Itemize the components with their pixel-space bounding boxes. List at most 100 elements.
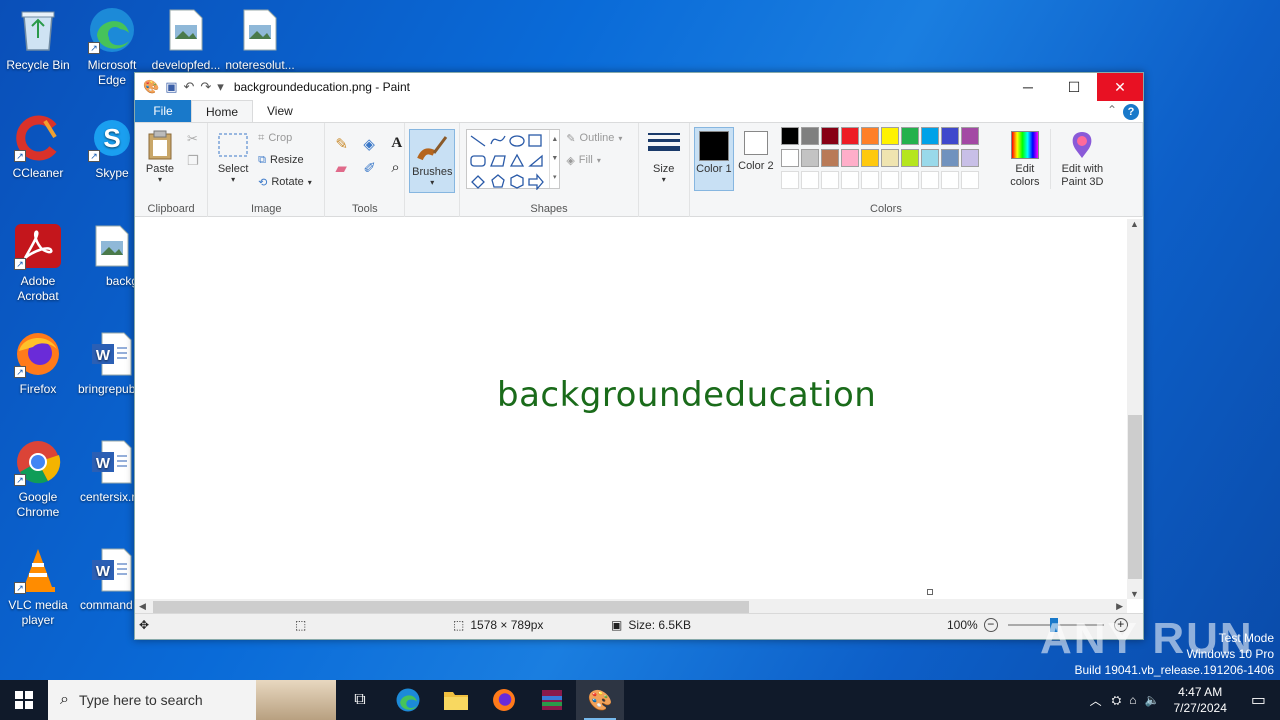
customize-dropdown-icon[interactable]: ▾ <box>217 79 224 95</box>
color2-button[interactable]: Color 2 <box>736 131 776 173</box>
taskbar-edge[interactable] <box>384 680 432 720</box>
volume-icon[interactable]: 🔈 <box>1141 693 1164 707</box>
desktop-icon-acrobat[interactable]: ↗ Adobe Acrobat <box>0 222 76 304</box>
shapes-gallery[interactable]: ▲ ▼ ▾ <box>466 129 561 191</box>
color-swatch[interactable] <box>820 149 839 167</box>
canvas-resize-handle[interactable] <box>927 589 933 595</box>
desktop-icon-noteresolut[interactable]: noteresolut... <box>222 6 298 73</box>
cut-icon[interactable]: ✂ <box>187 131 199 147</box>
color-swatch[interactable] <box>880 149 899 167</box>
horizontal-scroll-thumb[interactable] <box>153 601 749 613</box>
clock[interactable]: 4:47 AM 7/27/2024 <box>1163 684 1236 716</box>
edit-paint3d-button[interactable]: Edit with Paint 3D <box>1049 129 1114 189</box>
desktop-icon-vlc[interactable]: ↗ VLC media player <box>0 546 76 628</box>
fill-bucket-icon[interactable]: ◈ <box>363 135 385 153</box>
color-swatch[interactable] <box>860 149 879 167</box>
color2-swatch <box>743 131 768 155</box>
color-swatch[interactable] <box>940 127 959 145</box>
taskbar-firefox[interactable] <box>480 680 528 720</box>
copy-icon[interactable]: ❐ <box>187 153 199 169</box>
zoom-out-icon[interactable]: − <box>983 618 998 632</box>
color-swatch[interactable] <box>920 127 939 145</box>
edit-colors-button[interactable]: Edit colors <box>1002 129 1048 189</box>
image-file-icon <box>236 6 284 54</box>
color-swatch[interactable] <box>900 127 919 145</box>
crop-button[interactable]: ⌗ Crop <box>258 127 312 149</box>
collapse-ribbon-icon[interactable]: ⌃ <box>1107 103 1117 117</box>
color-swatch[interactable] <box>960 171 979 189</box>
color-swatch[interactable] <box>800 171 819 189</box>
color-swatch[interactable] <box>900 171 919 189</box>
color-swatch[interactable] <box>780 127 799 145</box>
color-picker-icon[interactable]: ✐ <box>363 159 385 177</box>
color-swatch[interactable] <box>840 127 859 145</box>
vertical-scroll-thumb[interactable] <box>1128 415 1142 579</box>
taskbar-search-box[interactable]: ⌕ Type here to search <box>48 680 336 720</box>
color-swatch[interactable] <box>940 149 959 167</box>
scroll-down-icon[interactable]: ▼ <box>1130 589 1139 599</box>
shapes-scroll[interactable]: ▲ ▼ ▾ <box>549 130 559 188</box>
tab-view[interactable]: View <box>253 100 307 122</box>
color-swatch[interactable] <box>820 127 839 145</box>
help-icon[interactable]: ? <box>1123 104 1139 120</box>
redo-icon[interactable]: ↷ <box>200 79 211 95</box>
canvas-text: backgroundeducation <box>497 375 877 415</box>
color-swatch[interactable] <box>860 127 879 145</box>
color-swatch[interactable] <box>960 127 979 145</box>
tray-overflow-icon[interactable]: ︿ <box>1084 692 1108 709</box>
wifi-icon[interactable]: ⌂ <box>1125 693 1140 707</box>
taskbar-winrar[interactable] <box>528 680 576 720</box>
taskbar-paint[interactable]: 🎨 <box>576 680 624 720</box>
color-swatch[interactable] <box>840 171 859 189</box>
start-button[interactable] <box>0 680 48 720</box>
desktop-icon-chrome[interactable]: ↗ Google Chrome <box>0 438 76 520</box>
eraser-icon[interactable]: ▰ <box>335 159 357 177</box>
vertical-scrollbar[interactable]: ▲ ▼ <box>1127 219 1143 599</box>
color-swatch[interactable] <box>800 149 819 167</box>
color-swatch[interactable] <box>880 127 899 145</box>
select-button[interactable]: Select ▾ <box>212 129 254 184</box>
color-swatch[interactable] <box>920 171 939 189</box>
scroll-up-icon[interactable]: ▲ <box>1130 219 1139 229</box>
maximize-button[interactable]: ☐ <box>1051 73 1097 101</box>
canvas-area[interactable]: backgroundeducation ▲ ▼ ◀ ▶ <box>135 219 1143 615</box>
color-swatch[interactable] <box>960 149 979 167</box>
color-swatch[interactable] <box>920 149 939 167</box>
color-swatch[interactable] <box>900 149 919 167</box>
pencil-icon[interactable]: ✎ <box>335 135 357 153</box>
desktop-icon-ccleaner[interactable]: ↗ CCleaner <box>0 114 76 181</box>
close-button[interactable]: ✕ <box>1097 73 1143 101</box>
desktop-icon-recycle-bin[interactable]: Recycle Bin <box>0 6 76 73</box>
color-swatch[interactable] <box>780 171 799 189</box>
scroll-left-icon[interactable]: ◀ <box>139 601 146 612</box>
desktop-icon-developfed[interactable]: developfed... <box>148 6 224 73</box>
save-icon[interactable]: ▣ <box>165 79 177 95</box>
size-button[interactable]: Size ▾ <box>643 129 685 184</box>
tab-home[interactable]: Home <box>191 100 254 122</box>
color-swatch[interactable] <box>840 149 859 167</box>
color-swatch[interactable] <box>880 171 899 189</box>
scroll-right-icon[interactable]: ▶ <box>1116 601 1123 612</box>
color-swatch[interactable] <box>940 171 959 189</box>
color1-button[interactable]: Color 1 <box>693 127 734 191</box>
color-swatch[interactable] <box>860 171 879 189</box>
minimize-button[interactable]: ─ <box>1005 73 1051 101</box>
color-swatch[interactable] <box>800 127 819 145</box>
paste-button[interactable]: Paste ▾ <box>139 129 181 184</box>
color-swatch[interactable] <box>780 149 799 167</box>
undo-icon[interactable]: ↶ <box>183 79 194 95</box>
color-swatch[interactable] <box>820 171 839 189</box>
fill-button[interactable]: ◈ Fill ▾ <box>566 149 622 171</box>
task-view-button[interactable]: ⧉ <box>336 680 384 720</box>
rotate-button[interactable]: ⟲ Rotate ▾ <box>258 171 312 193</box>
desktop-icon-firefox[interactable]: ↗ Firefox <box>0 330 76 397</box>
notifications-icon[interactable]: ▭ <box>1237 690 1280 710</box>
brushes-button[interactable]: Brushes ▾ <box>409 129 456 193</box>
taskbar-file-explorer[interactable] <box>432 680 480 720</box>
resize-button[interactable]: ⧉ Resize <box>258 149 312 171</box>
network-icon[interactable]: ⛭ <box>1108 693 1126 708</box>
color1-swatch <box>698 131 729 161</box>
outline-button[interactable]: ✎ Outline ▾ <box>566 127 622 149</box>
system-tray: ︿ ⛭ ⌂ 🔈 4:47 AM 7/27/2024 ▭ <box>1084 680 1280 720</box>
tab-file[interactable]: File <box>135 100 191 122</box>
